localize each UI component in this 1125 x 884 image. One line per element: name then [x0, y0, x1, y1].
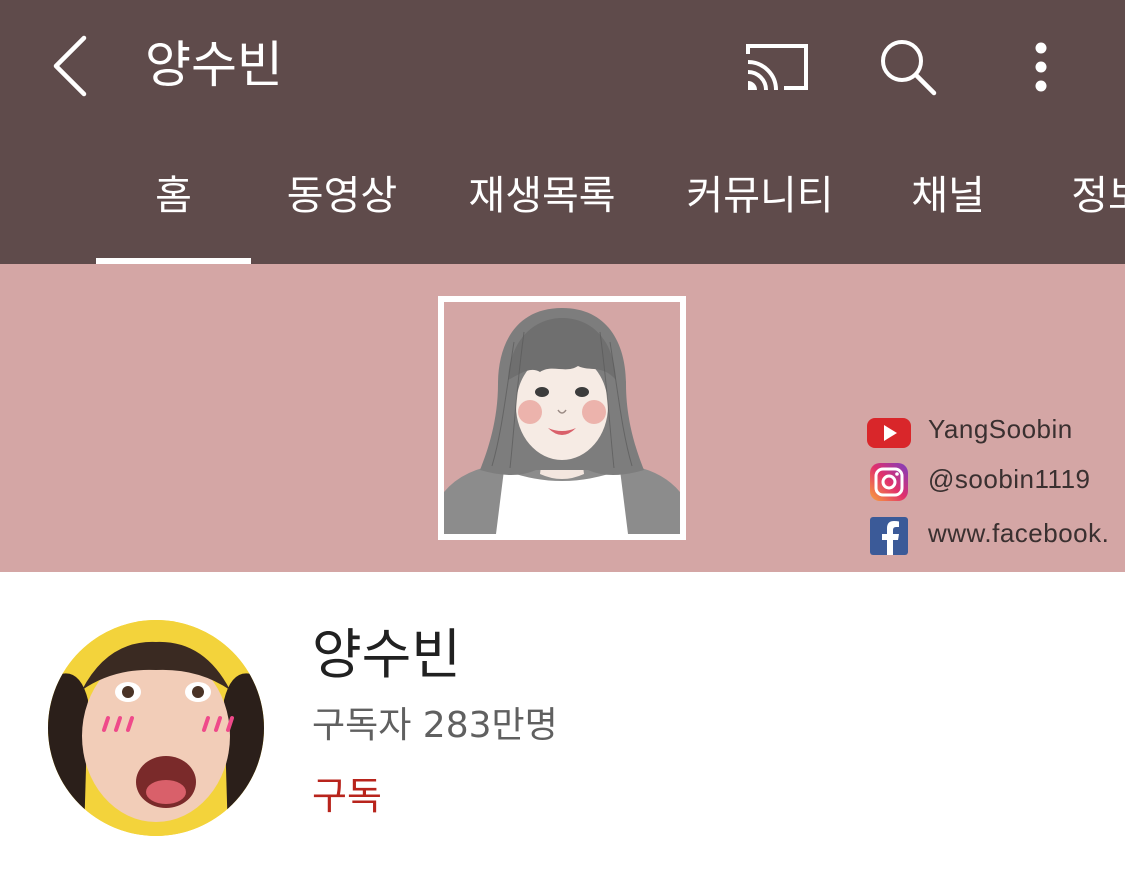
social-link-instagram: @soobin1119	[866, 462, 1125, 506]
back-button[interactable]	[36, 26, 106, 106]
social-link-text: @soobin1119	[928, 464, 1091, 494]
social-link-facebook: www.facebook.	[866, 516, 1125, 560]
cast-icon	[746, 44, 808, 91]
search-icon	[881, 40, 937, 96]
avatar-photo	[48, 620, 264, 836]
tab-home[interactable]: 홈	[96, 140, 251, 264]
search-button[interactable]	[868, 28, 948, 108]
app-bar: 양수빈 홈 동영상 재생목록 커뮤니티 채널 정보	[0, 0, 1125, 264]
social-link-text: www.facebook.	[928, 518, 1110, 548]
app-title: 양수빈	[145, 36, 283, 94]
banner-portrait	[438, 296, 686, 540]
tab-playlists[interactable]: 재생목록	[452, 140, 632, 264]
social-link-youtube: YangSoobin	[866, 412, 1125, 456]
cast-button[interactable]	[738, 28, 818, 108]
channel-name: 양수빈	[312, 623, 462, 686]
tab-community[interactable]: 커뮤니티	[668, 140, 852, 264]
subscriber-count: 구독자 283만명	[312, 705, 558, 746]
tab-videos[interactable]: 동영상	[266, 140, 418, 264]
channel-tabs: 홈 동영상 재생목록 커뮤니티 채널 정보	[0, 140, 1125, 264]
back-arrow-icon	[53, 35, 87, 97]
more-options-button[interactable]	[1000, 28, 1080, 108]
channel-banner: YangSoobin @soobin1119 www.facebook.	[0, 264, 1125, 572]
more-vert-icon	[1035, 42, 1047, 92]
tab-about[interactable]: 정보	[1050, 140, 1125, 264]
instagram-icon	[870, 463, 908, 501]
tab-channels[interactable]: 채널	[890, 140, 1006, 264]
youtube-icon	[867, 418, 911, 448]
social-link-text: YangSoobin	[928, 414, 1073, 444]
portrait-illustration	[444, 308, 680, 534]
channel-avatar[interactable]	[48, 620, 264, 836]
subscribe-button[interactable]: 구독	[312, 770, 382, 822]
facebook-icon	[870, 517, 908, 555]
